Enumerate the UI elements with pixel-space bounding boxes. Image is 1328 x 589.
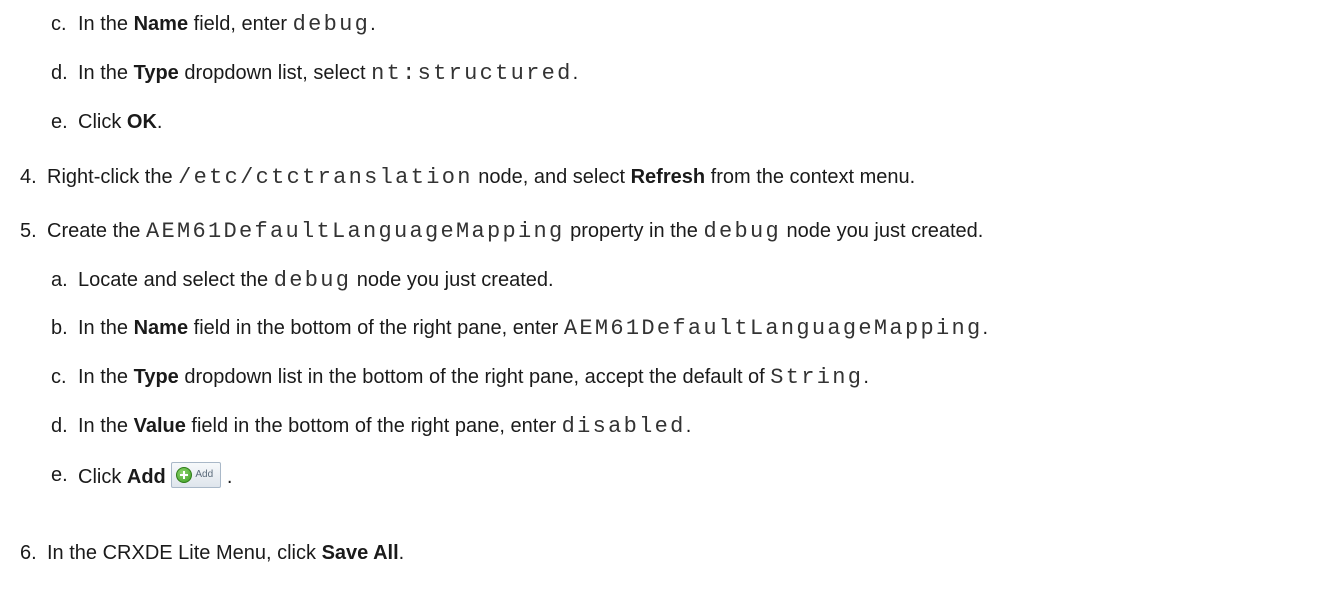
text-run: node, and select — [472, 166, 631, 188]
add-button-image: Add — [171, 462, 222, 488]
text-run: . — [226, 466, 233, 488]
step-text: In the Type dropdown list in the bottom … — [78, 364, 869, 391]
step-number: d. — [51, 415, 68, 437]
step-number: c. — [51, 366, 67, 388]
text-run: Right-click the — [47, 166, 179, 188]
add-button-label: Add — [195, 469, 214, 480]
ui-term: Value — [133, 415, 186, 437]
text-run: Locate and select the — [78, 269, 274, 291]
step-text: Locate and select the debug node you jus… — [78, 267, 554, 294]
ui-term: Add — [126, 466, 166, 488]
step-number: d. — [51, 62, 68, 84]
code-term: debug — [703, 219, 781, 244]
text-run: field in the bottom of the right pane, e… — [185, 415, 562, 437]
text-run: In the — [78, 415, 134, 437]
step-number: e. — [51, 464, 68, 486]
step-number: a. — [51, 269, 68, 291]
text-run: . — [572, 62, 579, 84]
text-run: In the — [78, 62, 134, 84]
text-run: Click — [78, 466, 127, 488]
step-text: In the Name field, enter debug. — [78, 11, 376, 38]
code-term: nt:structured — [371, 61, 573, 86]
step-number: 5. — [20, 220, 37, 242]
code-term: AEM61DefaultLanguageMapping — [563, 316, 983, 341]
text-run: . — [863, 366, 869, 388]
step-number: c. — [51, 13, 67, 35]
code-term: disabled — [561, 414, 686, 439]
ui-term: Name — [133, 13, 189, 35]
code-term: debug — [273, 268, 352, 293]
step-text: In the Name field in the bottom of the r… — [78, 315, 988, 342]
text-run: property in the — [564, 220, 704, 242]
step-number: b. — [51, 317, 68, 339]
text-run: In the CRXDE Lite Menu, click — [47, 542, 322, 564]
ui-term: Save All — [321, 542, 399, 564]
text-run: from the context menu. — [705, 166, 916, 188]
text-run: node you just created. — [781, 220, 984, 242]
step-text: In the CRXDE Lite Menu, click Save All. — [47, 540, 404, 566]
step-number: 6. — [20, 542, 37, 564]
step-text: In the Value field in the bottom of the … — [78, 413, 691, 440]
step-text: Create the AEM61DefaultLanguageMapping p… — [47, 218, 983, 245]
code-term: String — [770, 365, 864, 390]
text-run: In the — [78, 13, 134, 35]
code-term: AEM61DefaultLanguageMapping — [145, 219, 565, 244]
text-run: Create the — [47, 220, 146, 242]
code-term: debug — [292, 12, 371, 37]
step-text: Click Add Add . — [78, 462, 232, 490]
ui-term: Type — [133, 62, 179, 84]
step-text: Right-click the /etc/ctctranslation node… — [47, 164, 915, 191]
text-run: field, enter — [188, 13, 293, 35]
ui-term: Type — [133, 366, 179, 388]
text-run: Click — [78, 111, 127, 133]
text-run: node you just created. — [351, 269, 554, 291]
text-run: . — [982, 317, 989, 339]
green-plus-circle-icon — [176, 467, 193, 483]
step-text: Click OK. — [78, 109, 162, 135]
text-run: . — [685, 415, 692, 437]
text-run: dropdown list, select — [178, 62, 372, 84]
step-text: In the Type dropdown list, select nt:str… — [78, 60, 578, 87]
text-run: field in the bottom of the right pane, e… — [188, 317, 564, 339]
text-run: . — [156, 111, 163, 133]
text-run: dropdown list in the bottom of the right… — [178, 366, 771, 388]
step-number: 4. — [20, 166, 37, 188]
text-run: . — [370, 13, 376, 35]
text-run: . — [398, 542, 405, 564]
ui-term: OK — [126, 111, 157, 133]
text-run: In the — [78, 366, 134, 388]
ui-term: Refresh — [630, 166, 706, 188]
step-number: e. — [51, 111, 68, 133]
ui-term: Name — [133, 317, 189, 339]
code-term: /etc/ctctranslation — [178, 165, 473, 190]
text-run: In the — [78, 317, 134, 339]
